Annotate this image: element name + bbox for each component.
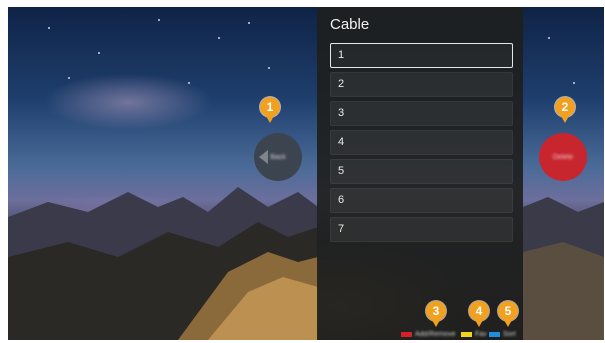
blue-key-hint: Sort <box>489 329 516 339</box>
channel-panel: Cable 1 2 3 4 5 6 7 <box>317 7 523 340</box>
channel-list: 1 2 3 4 5 6 7 <box>330 43 513 246</box>
channel-item[interactable]: 1 <box>330 43 513 68</box>
delete-button[interactable]: Delete <box>539 133 587 181</box>
blue-key-icon <box>489 331 500 337</box>
callout-marker-5: 5 <box>498 301 518 327</box>
back-button-label: Back <box>270 153 286 161</box>
channel-item[interactable]: 3 <box>330 101 513 126</box>
back-button[interactable]: Back <box>254 133 302 181</box>
channel-item[interactable]: 2 <box>330 72 513 97</box>
panel-title: Cable <box>330 16 370 33</box>
tv-screen: Back Cable 1 2 3 4 5 6 7 Delete Add/Remo… <box>8 7 604 340</box>
blue-key-label: Sort <box>503 330 516 338</box>
red-key-hint: Add/Remove <box>401 329 455 339</box>
channel-item[interactable]: 7 <box>330 217 513 242</box>
callout-marker-2: 2 <box>555 97 575 123</box>
yellow-key-hint: Fav <box>461 329 487 339</box>
yellow-key-icon <box>461 331 472 337</box>
delete-button-label: Delete <box>552 153 574 161</box>
back-arrow-icon <box>259 150 268 164</box>
yellow-key-label: Fav <box>475 330 487 338</box>
channel-item[interactable]: 4 <box>330 130 513 155</box>
callout-marker-3: 3 <box>426 301 446 327</box>
red-key-icon <box>401 331 412 337</box>
channel-item[interactable]: 6 <box>330 188 513 213</box>
callout-marker-1: 1 <box>260 97 280 123</box>
red-key-label: Add/Remove <box>415 330 456 338</box>
callout-marker-4: 4 <box>469 301 489 327</box>
channel-item[interactable]: 5 <box>330 159 513 184</box>
